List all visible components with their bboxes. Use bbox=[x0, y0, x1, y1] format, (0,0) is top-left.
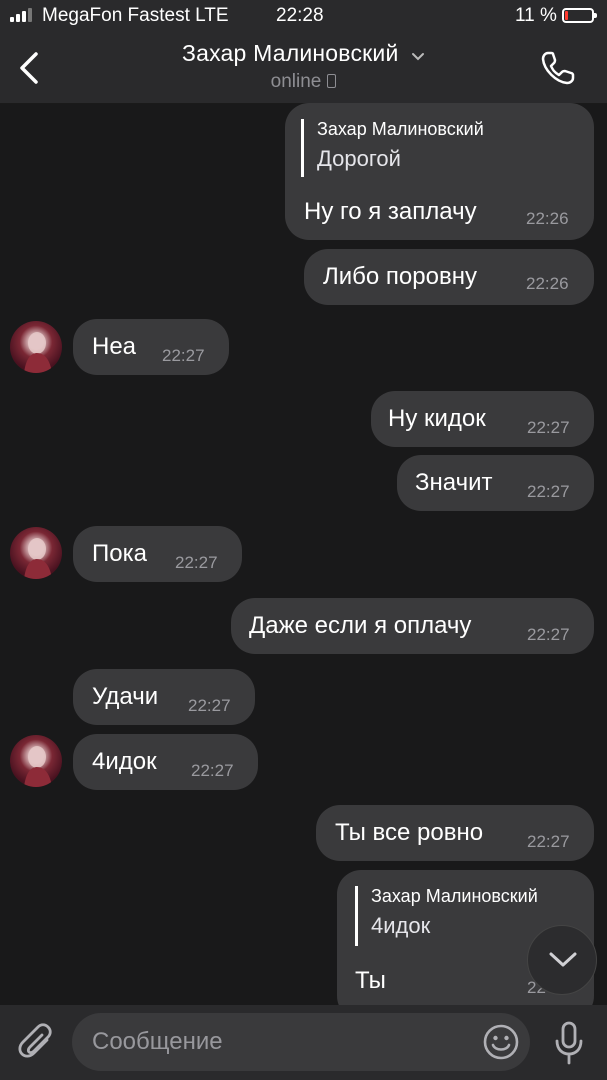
message-time: 22:27 bbox=[527, 418, 570, 437]
contact-name[interactable]: Захар Малиновский bbox=[182, 40, 399, 66]
message-time: 22:27 bbox=[162, 346, 205, 365]
message-time: 22:27 bbox=[527, 832, 570, 851]
message-bubble-outgoing[interactable]: Ну кидок 22:27 bbox=[371, 391, 594, 447]
message-text: Неа bbox=[92, 333, 137, 360]
contact-status: online bbox=[270, 71, 322, 92]
battery-percent: 11 % bbox=[515, 5, 557, 26]
status-time: 22:28 bbox=[276, 5, 324, 26]
paperclip-icon bbox=[18, 1023, 52, 1058]
message-text: Ты все ровно bbox=[335, 819, 484, 846]
message-input-bar bbox=[0, 1005, 607, 1080]
battery-icon bbox=[562, 8, 597, 23]
contact-info[interactable]: Захар Малиновский online bbox=[0, 40, 607, 93]
scroll-to-bottom-button[interactable] bbox=[527, 925, 597, 995]
message-text: Ну кидок bbox=[388, 405, 486, 432]
message-bubble-incoming[interactable]: Неа 22:27 bbox=[73, 319, 229, 375]
message-bubble-outgoing[interactable]: Значит 22:27 bbox=[397, 455, 594, 511]
message-bubble-outgoing[interactable]: Ты все ровно 22:27 bbox=[316, 805, 594, 861]
reply-quote[interactable]: Захар Малиновский Дорогой bbox=[301, 119, 484, 177]
message-bubble-incoming[interactable]: 4идок 22:27 bbox=[73, 734, 258, 790]
message-bubble-outgoing[interactable]: Либо поровну 22:26 bbox=[304, 249, 594, 305]
message-bubble-incoming[interactable]: Пока 22:27 bbox=[73, 526, 242, 582]
phone-icon bbox=[541, 51, 575, 85]
message-text: 4идок bbox=[92, 748, 157, 775]
reply-author: Захар Малиновский bbox=[317, 119, 484, 139]
signal-strength-icon bbox=[10, 8, 32, 22]
reply-author: Захар Малиновский bbox=[371, 886, 538, 906]
reply-text: Дорогой bbox=[317, 146, 401, 171]
chevron-down-icon[interactable] bbox=[411, 52, 425, 62]
status-bar: MegaFon Fastest LTE 22:28 11 % bbox=[0, 0, 607, 34]
message-time: 22:27 bbox=[191, 761, 234, 780]
reply-quote[interactable]: Захар Малиновский 4идок bbox=[355, 886, 538, 946]
carrier-name: MegaFon Fastest LTE bbox=[42, 5, 229, 26]
chevron-down-icon bbox=[549, 952, 577, 967]
message-time: 22:27 bbox=[175, 553, 218, 572]
mobile-device-icon bbox=[327, 74, 337, 88]
message-text: Даже если я оплачу bbox=[249, 612, 472, 639]
message-input[interactable] bbox=[72, 1013, 530, 1071]
microphone-icon bbox=[555, 1021, 583, 1065]
message-list[interactable]: Захар Малиновский Дорогой Ну го я заплач… bbox=[0, 103, 607, 1005]
chat-header: Захар Малиновский online bbox=[0, 34, 607, 104]
message-bubble-incoming[interactable]: Удачи 22:27 bbox=[73, 669, 255, 725]
contact-avatar[interactable] bbox=[10, 735, 62, 787]
emoji-button[interactable] bbox=[482, 1023, 520, 1061]
contact-avatar[interactable] bbox=[10, 527, 62, 579]
message-text: Либо поровну bbox=[323, 263, 477, 290]
battery-fill bbox=[565, 11, 568, 20]
emoji-icon bbox=[483, 1024, 519, 1060]
message-bubble-outgoing[interactable]: Захар Малиновский Дорогой Ну го я заплач… bbox=[285, 103, 594, 240]
voice-record-button[interactable] bbox=[549, 1019, 589, 1067]
message-time: 22:27 bbox=[188, 696, 231, 715]
message-text: Удачи bbox=[92, 683, 159, 710]
reply-text: 4идок bbox=[371, 913, 431, 938]
message-bubble-outgoing[interactable]: Даже если я оплачу 22:27 bbox=[231, 598, 594, 654]
contact-avatar[interactable] bbox=[10, 321, 62, 373]
message-time: 22:26 bbox=[526, 209, 569, 228]
message-text: Пока bbox=[92, 540, 147, 567]
attach-button[interactable] bbox=[17, 1022, 57, 1064]
message-time: 22:27 bbox=[527, 482, 570, 501]
message-text: Ты bbox=[355, 967, 386, 994]
message-time: 22:26 bbox=[526, 274, 569, 293]
message-text: Ну го я заплачу bbox=[304, 198, 477, 225]
message-time: 22:27 bbox=[527, 625, 570, 644]
message-text: Значит bbox=[415, 469, 493, 496]
call-button[interactable] bbox=[538, 48, 578, 88]
